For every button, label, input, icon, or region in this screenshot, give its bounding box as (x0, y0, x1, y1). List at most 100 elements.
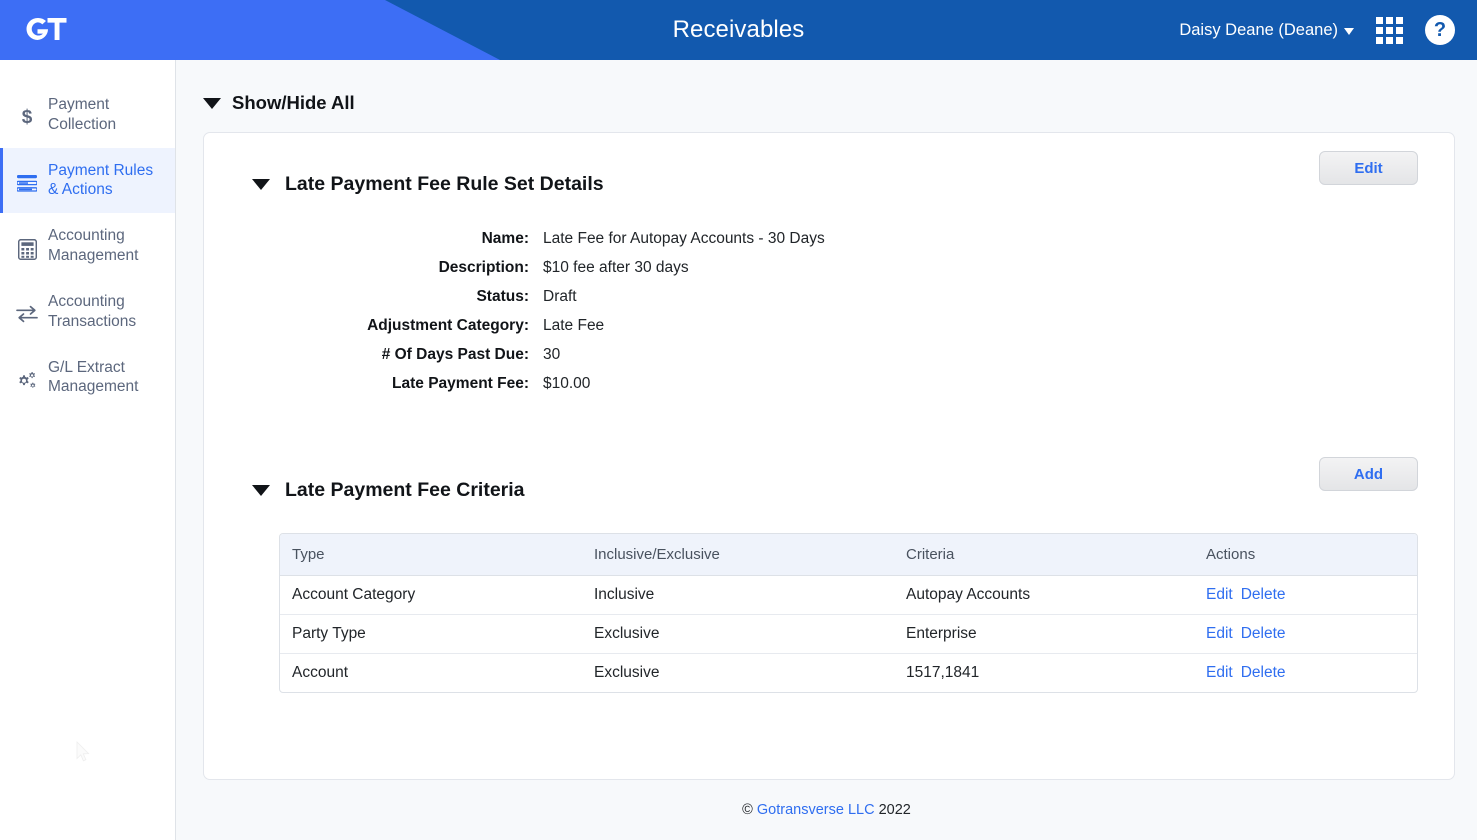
apps-grid-dot (1386, 16, 1393, 24)
chevron-down-icon (1344, 28, 1354, 35)
row-edit-link[interactable]: Edit (1206, 586, 1233, 603)
user-menu-label: Daisy Deane (Deane) (1179, 20, 1338, 39)
field-value: Late Fee for Autopay Accounts - 30 Days (543, 230, 825, 247)
table-row: Account Exclusive 1517,1841 Edit Delete (280, 654, 1417, 693)
field-label: Description: (438, 259, 529, 276)
cell-type: Account Category (280, 575, 582, 615)
apps-grid-dot (1376, 16, 1383, 24)
column-header-actions: Actions (1194, 534, 1417, 576)
cell-actions: Edit Delete (1194, 575, 1417, 615)
mouse-cursor-icon (76, 741, 90, 762)
field-row: # Of Days Past Due: 30 (252, 346, 1454, 364)
sidebar-item-payment-collection[interactable]: $ Payment Collection (0, 82, 175, 148)
sidebar-item-label: Accounting Transactions (48, 292, 137, 330)
add-button[interactable]: Add (1319, 457, 1418, 491)
sidebar-item-accounting-transactions[interactable]: Accounting Transactions (0, 279, 175, 345)
row-delete-link[interactable]: Delete (1241, 625, 1286, 642)
app-header: Receivables Daisy Deane (Deane) ? (0, 0, 1477, 60)
show-hide-all-label: Show/Hide All (232, 92, 355, 113)
table-row: Account Category Inclusive Autopay Accou… (280, 575, 1417, 615)
header-actions: Daisy Deane (Deane) ? (1179, 0, 1455, 60)
sidebar-item-label: Accounting Management (48, 227, 139, 265)
criteria-table: Type Inclusive/Exclusive Criteria Action… (279, 533, 1418, 693)
help-question-icon[interactable]: ? (1425, 15, 1455, 45)
chevron-down-icon[interactable] (252, 485, 270, 496)
main-content: Show/Hide All Late Payment Fee Rule Set … (176, 60, 1477, 840)
table-row: Party Type Exclusive Enterprise Edit Dele… (280, 614, 1417, 654)
field-value: 30 (543, 346, 561, 363)
column-header-criteria: Criteria (894, 534, 1194, 576)
sidebar-item-accounting-management[interactable]: Accounting Management (0, 213, 175, 279)
cell-inclusive: Exclusive (582, 614, 894, 654)
calculator-icon (16, 239, 38, 261)
details-field-list: Name: Late Fee for Autopay Accounts - 30… (204, 230, 1454, 393)
sidebar-item-gl-extract-management[interactable]: G/L Extract Management (0, 345, 175, 411)
dollar-icon: $ (21, 107, 33, 128)
field-value: $10.00 (543, 375, 591, 392)
apps-grid-dot (1396, 36, 1403, 44)
field-label: # Of Days Past Due: (381, 346, 529, 363)
apps-grid-dot (1386, 36, 1393, 44)
cell-inclusive: Inclusive (582, 575, 894, 615)
apps-grid-dot (1396, 26, 1403, 34)
field-row: Description: $10 fee after 30 days (252, 259, 1454, 277)
gears-icon (16, 371, 38, 391)
show-hide-all-toggle[interactable]: Show/Hide All (176, 60, 355, 114)
details-section-title: Late Payment Fee Rule Set Details (285, 173, 604, 195)
field-value: Draft (543, 288, 577, 305)
field-label: Status: (476, 288, 529, 305)
cell-type: Account (292, 664, 349, 681)
edit-button[interactable]: Edit (1319, 151, 1418, 185)
chevron-down-icon[interactable] (252, 179, 270, 190)
field-value: Late Fee (543, 317, 605, 334)
field-row: Adjustment Category: Late Fee (252, 317, 1454, 335)
row-delete-link[interactable]: Delete (1241, 664, 1286, 681)
field-row: Late Payment Fee: $10.00 (252, 375, 1454, 393)
criteria-section-header: Late Payment Fee Criteria Add (204, 457, 1454, 502)
column-header-inclusive-exclusive: Inclusive/Exclusive (582, 534, 894, 576)
field-label: Name: (481, 230, 529, 247)
cell-actions: Edit Delete (1194, 654, 1417, 693)
copyright-year: 2022 (878, 802, 911, 818)
cell-actions: Edit Delete (1194, 614, 1417, 654)
footer: © Gotransverse LLC 2022 (176, 780, 1477, 818)
sidebar-item-payment-rules-actions[interactable]: Payment Rules & Actions (0, 147, 175, 214)
apps-grid-dot (1396, 16, 1403, 24)
app-root: Receivables Daisy Deane (Deane) ? $ Paym… (0, 0, 1477, 840)
cell-criteria: Autopay Accounts (894, 575, 1194, 615)
cell-inclusive: Exclusive (594, 664, 660, 681)
cell-type: Party Type (280, 614, 582, 654)
user-menu-button[interactable]: Daisy Deane (Deane) (1179, 21, 1354, 40)
field-value: $10 fee after 30 days (543, 259, 689, 276)
rules-lines-icon (16, 174, 38, 192)
field-label: Adjustment Category: (367, 317, 529, 334)
apps-grid-dot (1376, 36, 1383, 44)
gt-logo-icon (26, 17, 67, 40)
sidebar-item-label: G/L Extract Management (48, 358, 139, 396)
apps-grid-dot (1376, 26, 1383, 34)
apps-grid-icon[interactable] (1376, 16, 1403, 44)
sidebar-item-label: Payment Rules & Actions (48, 161, 154, 199)
table-header-row: Type Inclusive/Exclusive Criteria Action… (280, 534, 1417, 576)
field-label: Late Payment Fee: (392, 375, 529, 392)
body-wrapper: $ Payment Collection Payment Rules & Act… (0, 60, 1477, 840)
row-edit-link[interactable]: Edit (1206, 625, 1233, 642)
cell-criteria: Enterprise (894, 614, 1194, 654)
criteria-section: Late Payment Fee Criteria Add Type Inclu… (204, 457, 1454, 693)
field-row: Status: Draft (252, 288, 1454, 306)
content-card: Late Payment Fee Rule Set Details Edit N… (203, 132, 1455, 780)
field-row: Name: Late Fee for Autopay Accounts - 30… (252, 230, 1454, 248)
gt-logo[interactable] (21, 14, 69, 44)
apps-grid-dot (1386, 26, 1393, 34)
row-edit-link[interactable]: Edit (1206, 664, 1233, 681)
sidebar-nav: $ Payment Collection Payment Rules & Act… (0, 60, 176, 840)
details-section-header: Late Payment Fee Rule Set Details Edit (204, 151, 1454, 196)
row-delete-link[interactable]: Delete (1241, 586, 1286, 603)
copyright-symbol: © (742, 802, 753, 818)
criteria-section-title: Late Payment Fee Criteria (285, 479, 525, 501)
column-header-type: Type (280, 534, 582, 576)
sidebar-item-label: Payment Collection (48, 96, 117, 133)
company-link[interactable]: Gotransverse LLC (757, 802, 875, 818)
cell-criteria: 1517,1841 (906, 664, 980, 681)
chevron-down-icon (203, 97, 221, 109)
